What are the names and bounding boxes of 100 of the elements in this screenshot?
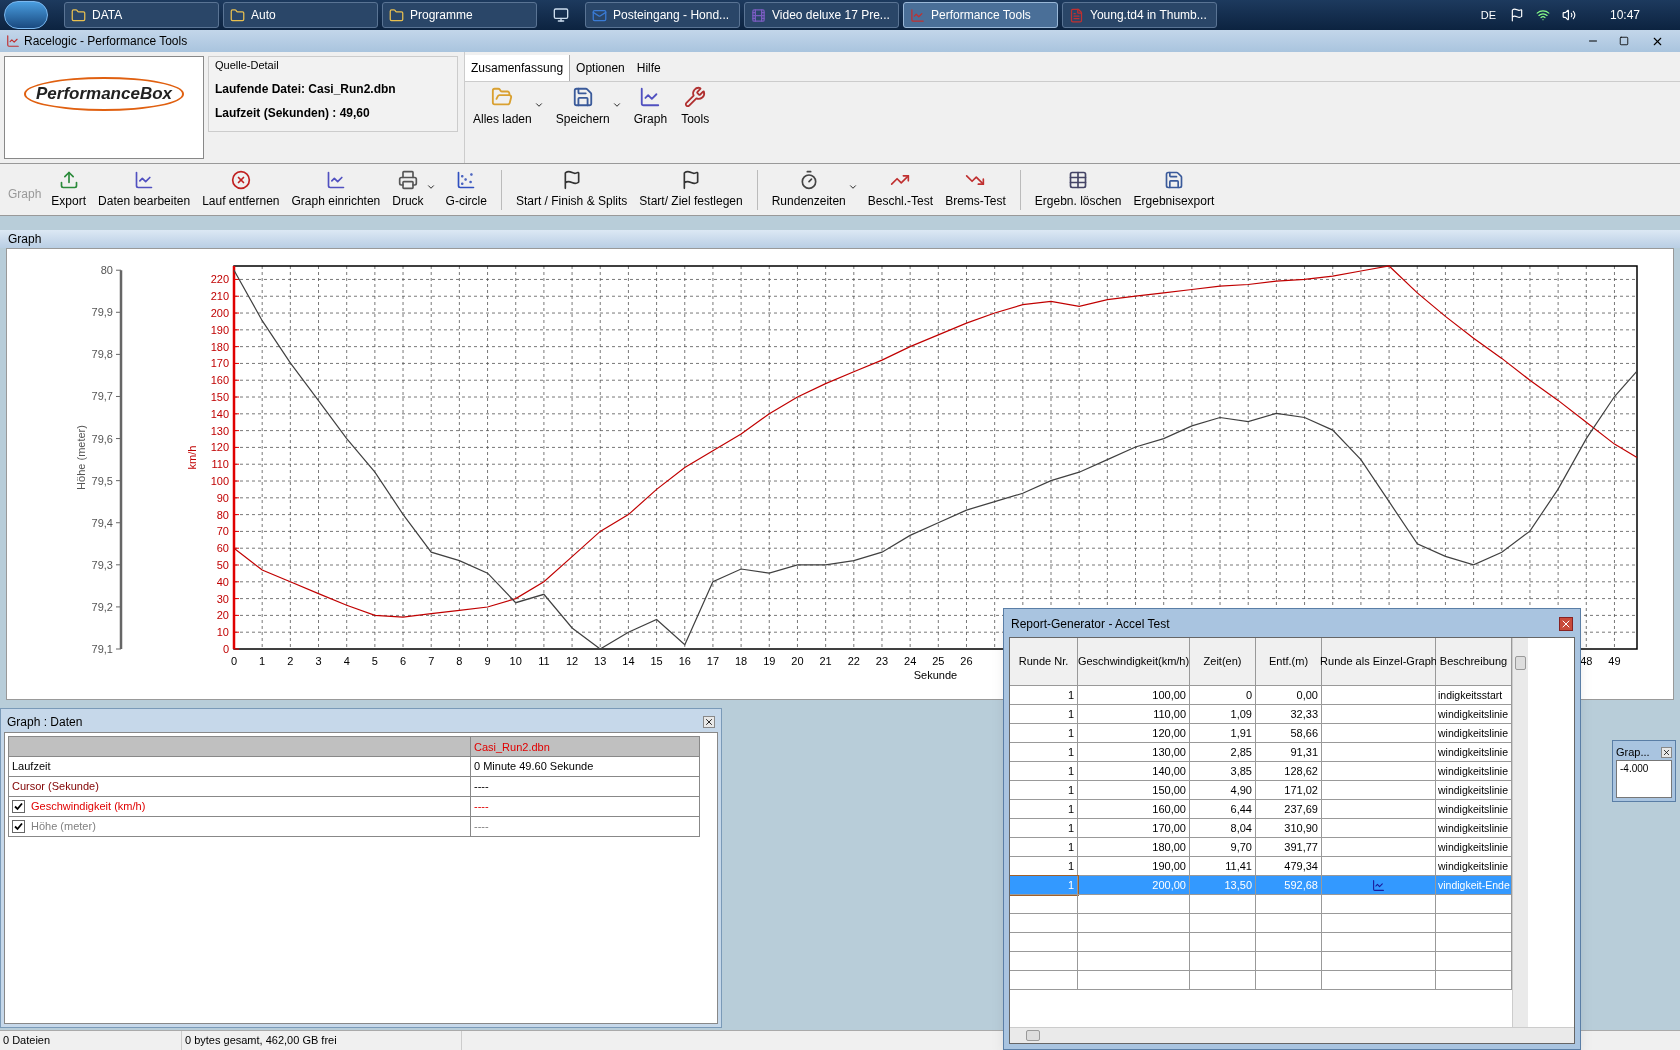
- table-cell: 1,09: [1190, 705, 1256, 724]
- ribbon-button[interactable]: Alles laden: [471, 86, 534, 128]
- taskbar-button[interactable]: Programme: [382, 2, 537, 28]
- start-button[interactable]: [4, 1, 48, 29]
- tick-label: 14: [622, 655, 635, 667]
- close-icon[interactable]: [1559, 617, 1573, 631]
- table-cell: 592,68: [1256, 876, 1322, 895]
- axis-label: Höhe (meter): [75, 425, 87, 490]
- ribbon-button[interactable]: Tools: [679, 86, 712, 128]
- toolbar-button[interactable]: Ergebn. löschen: [1032, 169, 1124, 210]
- toolbar-button[interactable]: Export: [49, 169, 89, 210]
- caret-icon[interactable]: [611, 100, 622, 110]
- toolbar-button[interactable]: Graph einrichten: [289, 169, 383, 210]
- close-icon[interactable]: [703, 716, 715, 728]
- column-header[interactable]: Zeit(en): [1190, 638, 1256, 686]
- tick-label: 4: [343, 655, 350, 667]
- taskbar-button[interactable]: Video deluxe 17 Pre...: [744, 2, 899, 28]
- tick-label: 0: [230, 655, 238, 667]
- menu-tab[interactable]: Hilfe: [630, 55, 667, 81]
- menu-tab[interactable]: Optionen: [570, 55, 631, 81]
- empty-cell: [1256, 971, 1322, 990]
- graph-icon: [325, 169, 346, 190]
- tick-label: 24: [904, 655, 917, 667]
- menu-tab[interactable]: Zusamenfassung: [465, 55, 571, 81]
- taskbar-button[interactable]: Auto: [223, 2, 378, 28]
- taskbar-button[interactable]: DATA: [64, 2, 219, 28]
- column-header: Casi_Run2.dbn: [473, 740, 551, 755]
- value-text: -4.000: [1620, 763, 1649, 774]
- column-header[interactable]: Runde Nr.: [1010, 638, 1078, 686]
- file-label: Laufende Datei: Casi_Run2.dbn: [215, 80, 397, 98]
- table-cell: 1: [1010, 819, 1078, 838]
- column-header[interactable]: Beschreibung: [1436, 638, 1512, 686]
- tick-label: 17: [706, 655, 720, 667]
- table-cell: 100,00: [1078, 686, 1190, 705]
- column-header[interactable]: Geschwindigkeit(km/h): [1078, 638, 1190, 686]
- table-row[interactable]: 1 110,00 1,09 32,33 windigkeitslinie: [1010, 705, 1512, 724]
- checkbox[interactable]: [12, 820, 25, 833]
- ribbon-button[interactable]: Graph: [631, 86, 670, 128]
- clock[interactable]: 10:47: [1609, 6, 1640, 24]
- tick-label: 180: [210, 340, 229, 353]
- tick-label: 79,8: [91, 348, 113, 361]
- table-row[interactable]: 1 100,00 0 0,00 indigkeitsstart: [1010, 686, 1512, 705]
- taskbar-button[interactable]: Posteingang - Hond...: [585, 2, 740, 28]
- tick-label: 160: [210, 374, 229, 387]
- toolbar-button[interactable]: Rundenzeiten: [769, 169, 848, 210]
- checkbox[interactable]: [12, 800, 25, 813]
- empty-cell: [1190, 971, 1256, 990]
- table-cell: 120,00: [1078, 724, 1190, 743]
- monitor-icon: [553, 7, 569, 23]
- toolbar-button[interactable]: Start / Finish & Splits: [513, 169, 630, 210]
- table-row[interactable]: 1 140,00 3,85 128,62 windigkeitslinie: [1010, 762, 1512, 781]
- graph-icon: [134, 169, 155, 190]
- table-cell: 180,00: [1078, 838, 1190, 857]
- horizontal-scrollbar[interactable]: [1010, 1027, 1574, 1043]
- empty-cell: [1256, 914, 1322, 933]
- table-row[interactable]: 1 180,00 9,70 391,77 windigkeitslinie: [1010, 838, 1512, 857]
- toolbar-button[interactable]: Lauf entfernen: [200, 169, 282, 210]
- tick-label: 6: [399, 655, 407, 667]
- volume-icon[interactable]: [1561, 8, 1576, 22]
- table-row[interactable]: 1 150,00 4,90 171,02 windigkeitslinie: [1010, 781, 1512, 800]
- table-row[interactable]: 1 130,00 2,85 91,31 windigkeitslinie: [1010, 743, 1512, 762]
- toolbar-button[interactable]: Start/ Ziel festlegen: [637, 169, 745, 210]
- taskbar-button[interactable]: Young.td4 in Thumb...: [1062, 2, 1217, 28]
- tick-label: 90: [216, 491, 229, 504]
- window-title: Grap...: [1616, 744, 1650, 760]
- toolbar-button[interactable]: Brems-Test: [943, 169, 1008, 210]
- vertical-scrollbar[interactable]: [1512, 638, 1528, 1027]
- tick-label: 70: [216, 525, 229, 538]
- toolbar-button[interactable]: G-circle: [443, 169, 489, 210]
- tick-label: 79,1: [91, 643, 113, 655]
- taskbar-button[interactable]: Performance Tools: [903, 2, 1058, 28]
- table-row[interactable]: 1 170,00 8,04 310,90 windigkeitslinie: [1010, 819, 1512, 838]
- maximize-icon[interactable]: [1619, 36, 1629, 46]
- ribbon-button[interactable]: Speichern: [553, 86, 612, 128]
- row-value: ----: [473, 779, 490, 795]
- language-indicator[interactable]: DE: [1480, 6, 1496, 24]
- toolbar-button[interactable]: Beschl.-Test: [865, 169, 936, 210]
- toolbar-button[interactable]: Druck: [390, 169, 426, 210]
- row-value: ----: [473, 799, 490, 815]
- column-header[interactable]: Entf.(m): [1256, 638, 1322, 686]
- empty-cell: [1010, 914, 1078, 933]
- table-row[interactable]: 1 120,00 1,91 58,66 windigkeitslinie: [1010, 724, 1512, 743]
- graph-icon[interactable]: [1372, 878, 1385, 892]
- video-icon: [751, 7, 766, 23]
- column-header[interactable]: Runde als Einzel-Graph: [1322, 638, 1436, 686]
- table-cell: 140,00: [1078, 762, 1190, 781]
- toolbar-button[interactable]: Ergebnisexport: [1131, 169, 1217, 210]
- table-cell: 1: [1010, 781, 1078, 800]
- close-icon[interactable]: [1661, 746, 1672, 758]
- toolbar-button[interactable]: Daten bearbeiten: [96, 169, 193, 210]
- network-icon[interactable]: [1535, 8, 1550, 22]
- tick-label: 0: [222, 643, 229, 655]
- flag-icon[interactable]: [1509, 8, 1524, 22]
- tick-label: 120: [210, 441, 229, 454]
- empty-cell: [1010, 933, 1078, 952]
- caret-icon[interactable]: [533, 100, 544, 110]
- tick-label: 150: [210, 391, 229, 404]
- table-row[interactable]: 1 160,00 6,44 237,69 windigkeitslinie: [1010, 800, 1512, 819]
- row-label: Höhe (meter): [30, 819, 97, 835]
- tick-label: 9: [484, 655, 491, 667]
